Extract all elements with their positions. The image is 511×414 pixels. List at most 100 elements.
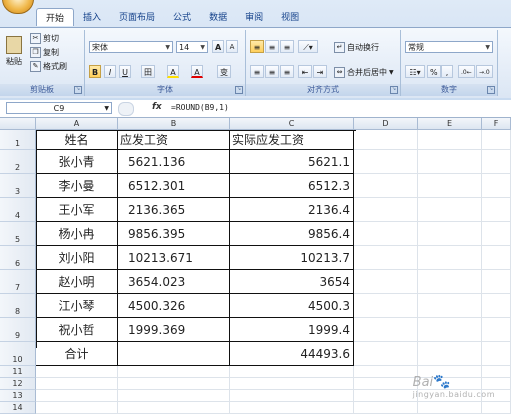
empty-cell[interactable] (354, 174, 418, 198)
empty-cell[interactable] (354, 402, 418, 414)
align-bottom-button[interactable]: ≡ (280, 40, 294, 53)
empty-cell[interactable] (418, 318, 482, 342)
tab-page-layout[interactable]: 页面布局 (110, 8, 164, 25)
name-cell[interactable]: 刘小阳 (36, 246, 118, 270)
empty-cell[interactable] (118, 390, 230, 402)
row-header[interactable]: 1 (0, 130, 36, 150)
empty-cell[interactable] (230, 378, 354, 390)
empty-cell[interactable] (418, 222, 482, 246)
font-color-button[interactable]: A (191, 65, 203, 78)
border-button[interactable]: 田 (141, 65, 155, 78)
number-launcher-icon[interactable]: ↘ (487, 86, 495, 94)
row-header[interactable]: 2 (0, 150, 36, 174)
tab-insert[interactable]: 插入 (74, 8, 110, 25)
salary-cell[interactable]: 2136.365 (118, 198, 230, 222)
empty-cell[interactable] (354, 246, 418, 270)
empty-cell[interactable] (482, 318, 511, 342)
empty-cell[interactable] (230, 390, 354, 402)
orientation-button[interactable]: ⟋▾ (298, 40, 318, 53)
empty-cell[interactable] (354, 130, 418, 150)
empty-cell[interactable] (482, 294, 511, 318)
grow-font-button[interactable]: A (212, 40, 225, 53)
empty-cell[interactable] (354, 390, 418, 402)
empty-cell[interactable] (354, 318, 418, 342)
empty-cell[interactable] (36, 390, 118, 402)
total-label-cell[interactable]: 合计 (36, 342, 118, 366)
empty-cell[interactable] (482, 198, 511, 222)
name-cell[interactable]: 张小青 (36, 150, 118, 174)
wrap-text-button[interactable]: ↵ 自动换行 (334, 42, 379, 53)
empty-cell[interactable] (418, 342, 482, 366)
salary-cell[interactable]: 3654.023 (118, 270, 230, 294)
font-launcher-icon[interactable]: ↘ (235, 86, 243, 94)
actual-salary-cell[interactable]: 5621.1 (230, 150, 354, 174)
font-name-select[interactable]: 宋体 ▼ (89, 41, 173, 53)
actual-salary-cell[interactable]: 1999.4 (230, 318, 354, 342)
row-header[interactable]: 5 (0, 222, 36, 246)
row-header[interactable]: 4 (0, 198, 36, 222)
bold-button[interactable]: B (89, 65, 102, 78)
row-header[interactable]: 7 (0, 270, 36, 294)
name-cell[interactable]: 李小曼 (36, 174, 118, 198)
salary-cell[interactable]: 4500.326 (118, 294, 230, 318)
empty-cell[interactable] (482, 150, 511, 174)
phonetic-button[interactable]: 变 (217, 65, 231, 78)
empty-cell[interactable] (418, 174, 482, 198)
column-header-d[interactable]: D (354, 118, 418, 130)
salary-cell[interactable]: 10213.671 (118, 246, 230, 270)
merge-center-button[interactable]: ⇔ 合并后居中 ▼ (334, 67, 394, 78)
empty-cell[interactable] (418, 294, 482, 318)
tab-data[interactable]: 数据 (200, 8, 236, 25)
empty-cell[interactable] (354, 342, 418, 366)
row-header[interactable]: 9 (0, 318, 36, 342)
paste-button[interactable]: 粘贴 (6, 36, 22, 67)
row-header[interactable]: 11 (0, 366, 36, 378)
name-cell[interactable]: 祝小哲 (36, 318, 118, 342)
actual-salary-cell[interactable]: 9856.4 (230, 222, 354, 246)
column-header-a[interactable]: A (36, 118, 118, 130)
row-header[interactable]: 6 (0, 246, 36, 270)
decrease-decimal-button[interactable]: →.0 (476, 65, 493, 78)
actual-salary-cell[interactable]: 10213.7 (230, 246, 354, 270)
salary-cell[interactable]: 5621.136 (118, 150, 230, 174)
total-cell[interactable]: 44493.6 (230, 342, 354, 366)
underline-button[interactable]: U (119, 65, 131, 78)
empty-cell[interactable] (36, 366, 118, 378)
empty-cell[interactable] (36, 402, 118, 414)
comma-button[interactable]: , (441, 65, 453, 78)
empty-cell[interactable] (354, 198, 418, 222)
empty-cell[interactable] (354, 294, 418, 318)
empty-cell[interactable] (418, 198, 482, 222)
percent-button[interactable]: % (427, 65, 441, 78)
header-cell[interactable]: 姓名 (36, 130, 118, 150)
name-cell[interactable]: 江小琴 (36, 294, 118, 318)
empty-cell[interactable] (482, 246, 511, 270)
italic-button[interactable]: I (104, 65, 116, 78)
empty-cell[interactable] (354, 222, 418, 246)
empty-cell[interactable] (418, 246, 482, 270)
empty-cell[interactable] (118, 378, 230, 390)
row-header[interactable]: 12 (0, 378, 36, 390)
shrink-font-button[interactable]: A (226, 40, 238, 53)
align-left-button[interactable]: ≡ (250, 65, 264, 78)
empty-cell[interactable] (230, 402, 354, 414)
empty-cell[interactable] (354, 378, 418, 390)
empty-cell[interactable] (36, 378, 118, 390)
increase-decimal-button[interactable]: .0← (458, 65, 475, 78)
fill-color-button[interactable]: A (167, 65, 179, 78)
empty-cell[interactable] (482, 270, 511, 294)
name-cell[interactable]: 王小军 (36, 198, 118, 222)
header-cell[interactable]: 实际应发工资 (230, 130, 354, 150)
empty-cell[interactable] (118, 402, 230, 414)
column-header-f[interactable]: F (482, 118, 511, 130)
empty-cell[interactable] (418, 130, 482, 150)
empty-cell[interactable] (482, 174, 511, 198)
empty-cell[interactable] (418, 150, 482, 174)
formula-input[interactable]: =ROUND(B9,1) (171, 103, 229, 112)
increase-indent-button[interactable]: ⇥ (313, 65, 327, 78)
office-button[interactable] (2, 0, 34, 14)
row-header[interactable]: 3 (0, 174, 36, 198)
empty-cell[interactable] (418, 270, 482, 294)
actual-salary-cell[interactable]: 3654 (230, 270, 354, 294)
align-middle-button[interactable]: ≡ (265, 40, 279, 53)
